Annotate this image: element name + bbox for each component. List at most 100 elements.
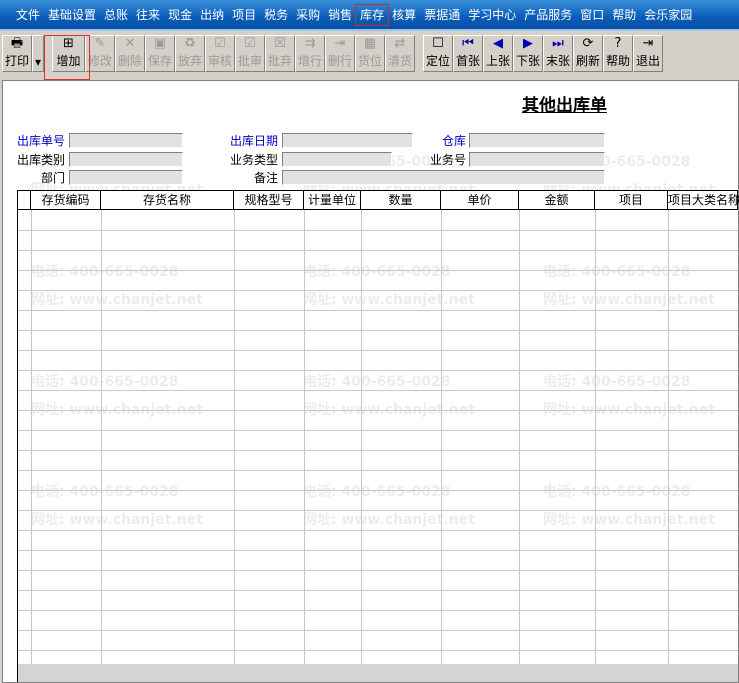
menu-17[interactable]: 会乐家园 bbox=[640, 5, 696, 25]
toolbar-button-refresh[interactable]: ⟳ 刷新 bbox=[573, 34, 603, 72]
toolbar-label: 保存 bbox=[147, 53, 172, 68]
prev-icon: ◀ bbox=[493, 35, 503, 51]
refresh-icon: ⟳ bbox=[582, 35, 594, 51]
menu-2[interactable]: 总账 bbox=[100, 5, 132, 25]
toolbar-button-save[interactable]: ▣ 保存 bbox=[145, 34, 175, 72]
toolbar-button-next[interactable]: ▶ 下张 bbox=[513, 34, 543, 72]
out-type-field[interactable] bbox=[69, 152, 183, 167]
items-grid[interactable]: 存货编码 存货名称 规格型号 计量单位 数量 单价 金额 项目 项目大类名称 bbox=[17, 190, 739, 682]
document-area: 电话: 400-665-0028网址: www.chanjet.net电话: 4… bbox=[2, 80, 739, 683]
menu-7[interactable]: 税务 bbox=[260, 5, 292, 25]
toolbar-label: 删行 bbox=[327, 53, 352, 68]
toolbar-label: 退出 bbox=[635, 53, 660, 68]
toolbar-button-delete[interactable]: ✕ 删除 bbox=[115, 34, 145, 72]
grid-row-line bbox=[18, 270, 738, 271]
batch-audit-icon: ☑ bbox=[244, 35, 256, 51]
toolbar-button-location[interactable]: ▦ 货位 bbox=[355, 34, 385, 72]
grid-row-line bbox=[18, 350, 738, 351]
menu-3[interactable]: 往来 bbox=[132, 5, 164, 25]
biz-type-field[interactable] bbox=[282, 152, 392, 167]
grid-row-line bbox=[18, 390, 738, 391]
print-dropdown-button[interactable]: ▾ bbox=[32, 34, 44, 72]
menu-10[interactable]: 库存 bbox=[355, 3, 390, 26]
toolbar-button-batch-audit[interactable]: ☑ 批审 bbox=[235, 34, 265, 72]
biz-type-label: 业务类型 bbox=[230, 153, 279, 167]
toolbar-button-exit[interactable]: ⇥ 退出 bbox=[633, 34, 663, 72]
menu-15[interactable]: 窗口 bbox=[576, 5, 608, 25]
save-icon: ▣ bbox=[153, 35, 167, 51]
toolbar-label: 刷新 bbox=[575, 53, 600, 68]
column-header[interactable]: 存货名称 bbox=[101, 191, 234, 209]
menu-4[interactable]: 现金 bbox=[164, 5, 196, 25]
menu-14[interactable]: 产品服务 bbox=[520, 5, 576, 25]
menu-6[interactable]: 项目 bbox=[228, 5, 260, 25]
toolbar-button-discard[interactable]: ♻ 放弃 bbox=[175, 34, 205, 72]
grid-row-line bbox=[18, 590, 738, 591]
delete-row-icon: ⇥ bbox=[334, 35, 346, 51]
column-header[interactable]: 计量单位 bbox=[304, 191, 361, 209]
column-header[interactable]: 规格型号 bbox=[234, 191, 304, 209]
toolbar-label: 打印 bbox=[4, 53, 29, 68]
toolbar-button-prev[interactable]: ◀ 上张 bbox=[483, 34, 513, 72]
toolbar-button-clear[interactable]: ⇄ 清货 bbox=[385, 34, 415, 72]
grid-header: 存货编码 存货名称 规格型号 计量单位 数量 单价 金额 项目 项目大类名称 bbox=[18, 190, 739, 210]
dept-label: 部门 bbox=[41, 171, 66, 185]
locate-icon: ☐ bbox=[432, 35, 444, 51]
out-type-label: 出库类别 bbox=[17, 153, 66, 167]
toolbar-button-add-row[interactable]: ⇉ 增行 bbox=[295, 34, 325, 72]
biz-no-field[interactable] bbox=[469, 152, 605, 167]
remark-field[interactable] bbox=[282, 170, 605, 185]
toolbar-label: 货位 bbox=[357, 53, 382, 68]
toolbar-button-last[interactable]: ⏭ 末张 bbox=[543, 34, 573, 72]
toolbar-button-audit[interactable]: ☑ 审核 bbox=[205, 34, 235, 72]
grid-row-line bbox=[18, 510, 738, 511]
grid-row-line bbox=[18, 450, 738, 451]
grid-row-line bbox=[18, 290, 738, 291]
dept-field[interactable] bbox=[69, 170, 183, 185]
remark-label: 备注 bbox=[254, 171, 279, 185]
grid-row-line bbox=[18, 650, 738, 651]
menu-16[interactable]: 帮助 bbox=[608, 5, 640, 25]
column-header[interactable]: 项目 bbox=[595, 191, 668, 209]
grid-row-line bbox=[18, 470, 738, 471]
toolbar-label: 修改 bbox=[87, 53, 112, 68]
toolbar-label: 删除 bbox=[117, 53, 142, 68]
menu-12[interactable]: 票据通 bbox=[420, 5, 464, 25]
out-date-field[interactable] bbox=[282, 133, 413, 148]
grid-row-line bbox=[18, 250, 738, 251]
grid-column-line bbox=[441, 210, 442, 664]
warehouse-field[interactable] bbox=[469, 133, 605, 148]
out-no-label: 出库单号 bbox=[17, 134, 66, 148]
batch-discard-icon: ☒ bbox=[274, 35, 286, 51]
toolbar-button-delete-row[interactable]: ⇥ 删行 bbox=[325, 34, 355, 72]
menu-1[interactable]: 基础设置 bbox=[44, 5, 100, 25]
column-header[interactable]: 数量 bbox=[361, 191, 441, 209]
column-header[interactable]: 存货编码 bbox=[31, 191, 101, 209]
grid-row-line bbox=[18, 330, 738, 331]
warehouse-label: 仓库 bbox=[442, 134, 467, 148]
out-no-field[interactable] bbox=[69, 133, 183, 148]
grid-column-line bbox=[304, 210, 305, 664]
column-header[interactable]: 金额 bbox=[519, 191, 595, 209]
column-header[interactable]: 项目大类名称 bbox=[668, 191, 739, 209]
toolbar-button-first[interactable]: ⏮ 首张 bbox=[453, 34, 483, 72]
toolbar-button-batch-discard[interactable]: ☒ 批弃 bbox=[265, 34, 295, 72]
menu-8[interactable]: 采购 bbox=[292, 5, 324, 25]
grid-row-line bbox=[18, 410, 738, 411]
menu-13[interactable]: 学习中心 bbox=[464, 5, 520, 25]
menu-11[interactable]: 核算 bbox=[388, 5, 420, 25]
menu-0[interactable]: 文件 bbox=[12, 5, 44, 25]
edit-icon: ✎ bbox=[94, 35, 106, 51]
exit-icon: ⇥ bbox=[642, 35, 654, 51]
toolbar: 🖶 打印 ▾ ⊞ 增加 ✎ 修改 ✕ 删除 ▣ 保存 ♻ 放弃 ☑ 审核 ☑ 批审 ☒ 批弃 ⇉ 增行 ⇥ 删行 ▦ 货位 ⇄ 清货… bbox=[0, 33, 739, 73]
menu-9[interactable]: 销售 bbox=[324, 5, 356, 25]
column-header[interactable]: 单价 bbox=[441, 191, 519, 209]
audit-icon: ☑ bbox=[214, 35, 226, 51]
grid-row-line bbox=[18, 490, 738, 491]
grid-row-line bbox=[18, 310, 738, 311]
toolbar-button-printer[interactable]: 🖶 打印 bbox=[2, 34, 32, 72]
toolbar-button-locate[interactable]: ☐ 定位 bbox=[423, 34, 453, 72]
menu-5[interactable]: 出纳 bbox=[196, 5, 228, 25]
toolbar-button-help[interactable]: ? 帮助 bbox=[603, 34, 633, 72]
toolbar-label: 末张 bbox=[545, 53, 570, 68]
